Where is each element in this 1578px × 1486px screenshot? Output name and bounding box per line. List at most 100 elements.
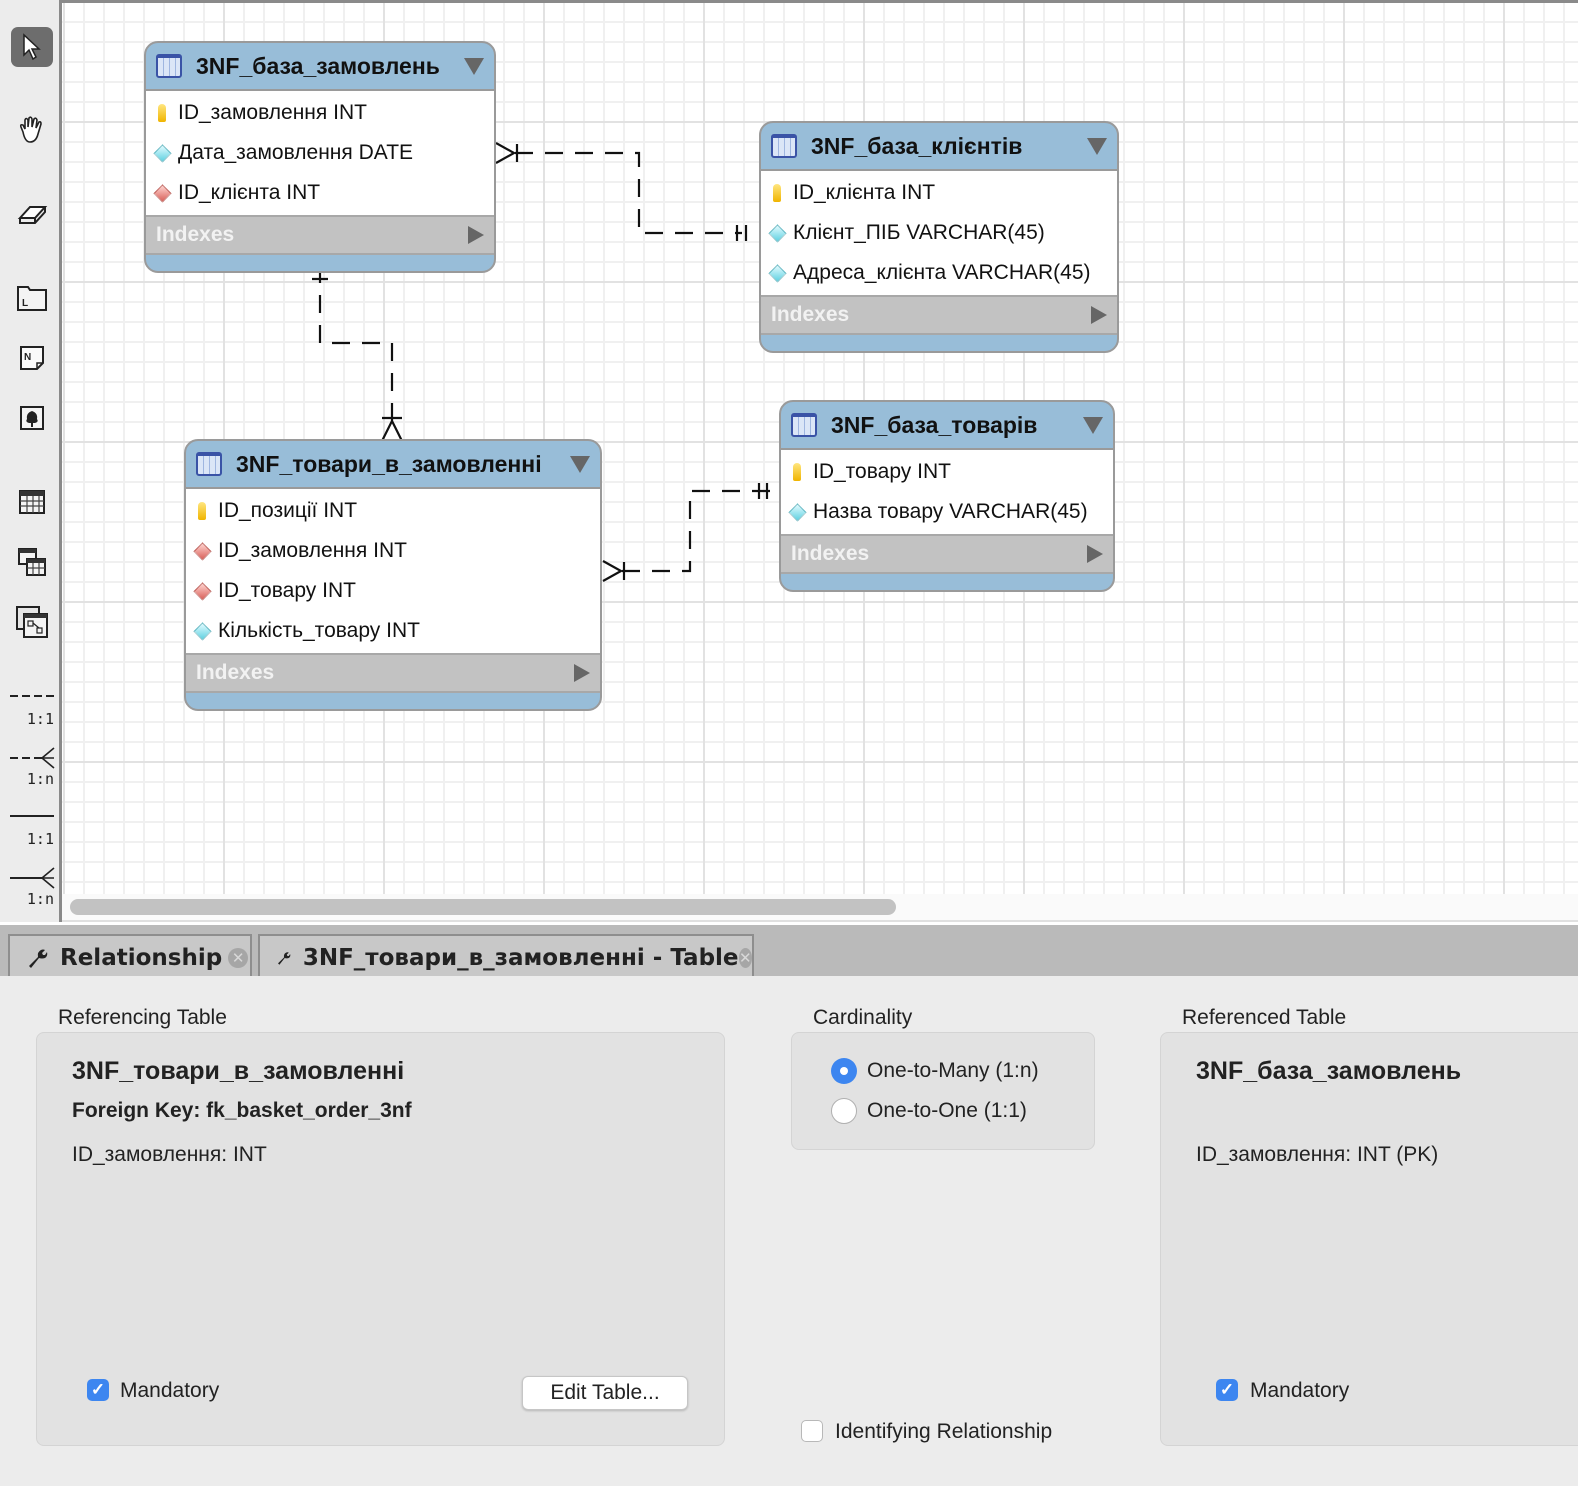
tab-table-editor[interactable]: 3NF_товари_в_замовленні - Table ✕ bbox=[258, 934, 754, 979]
er-column[interactable]: ID_клієнта INT bbox=[146, 173, 494, 213]
column-label: ID_замовлення INT bbox=[218, 539, 407, 562]
close-tab-icon[interactable]: ✕ bbox=[738, 947, 752, 968]
er-column[interactable]: ID_позиції INT bbox=[186, 491, 600, 531]
er-column[interactable]: ID_замовлення INT bbox=[146, 93, 494, 133]
rel-1-1-identifying-tool[interactable]: 1:1 bbox=[8, 804, 56, 848]
routine-group-icon bbox=[16, 606, 48, 638]
rel-1-n-non-identifying-tool[interactable]: 1:n bbox=[8, 744, 56, 788]
er-table-clients[interactable]: 3NF_база_клієнтів ID_клієнта INT Клієнт_… bbox=[759, 121, 1119, 353]
indexes-section[interactable]: Indexes bbox=[146, 215, 494, 255]
er-column[interactable]: Кількість_товару INT bbox=[186, 611, 600, 651]
one-to-many-radio[interactable] bbox=[831, 1058, 857, 1084]
table-tool[interactable] bbox=[11, 482, 53, 522]
indexes-section[interactable]: Indexes bbox=[761, 295, 1117, 335]
relationship-items-orders[interactable] bbox=[312, 265, 403, 442]
collapse-toggle-icon[interactable] bbox=[1083, 416, 1103, 434]
collapse-toggle-icon[interactable] bbox=[1087, 137, 1107, 155]
referenced-mandatory-checkbox[interactable]: ✓ bbox=[1216, 1379, 1238, 1401]
rel-tool-label: 1:1 bbox=[26, 830, 54, 848]
primary-key-icon bbox=[158, 104, 166, 122]
rel-tool-label: 1:n bbox=[26, 770, 54, 788]
solid-crowfoot-icon bbox=[10, 867, 55, 889]
dashed-crowfoot-icon bbox=[10, 747, 55, 769]
column-label: Кількість_товару INT bbox=[218, 619, 420, 642]
collapse-toggle-icon[interactable] bbox=[570, 455, 590, 473]
foreign-key-icon bbox=[192, 581, 212, 601]
horizontal-scrollbar[interactable] bbox=[62, 894, 1578, 922]
layer-tool[interactable]: L bbox=[11, 278, 53, 318]
expand-indexes-icon[interactable] bbox=[468, 226, 484, 244]
relationship-items-products[interactable] bbox=[602, 483, 780, 582]
er-column[interactable]: ID_товару INT bbox=[781, 452, 1113, 492]
eraser-tool[interactable] bbox=[11, 194, 53, 234]
referenced-column: ID_замовлення: INT (PK) bbox=[1196, 1143, 1439, 1166]
er-column[interactable]: Дата_замовлення DATE bbox=[146, 133, 494, 173]
referencing-table-label: Referencing Table bbox=[58, 1006, 227, 1029]
diagram-canvas[interactable]: 3NF_база_замовлень ID_замовлення INT Дат… bbox=[62, 0, 1578, 894]
routine-group-tool[interactable] bbox=[11, 602, 53, 642]
table-icon bbox=[19, 490, 45, 514]
table-icon bbox=[791, 413, 817, 437]
er-table-order-items[interactable]: 3NF_товари_в_замовленні ID_позиції INT I… bbox=[184, 439, 602, 711]
table-icon bbox=[771, 134, 797, 158]
indexes-label: Indexes bbox=[791, 542, 870, 565]
hand-tool[interactable] bbox=[11, 110, 53, 150]
scrollbar-thumb[interactable] bbox=[70, 899, 896, 915]
edit-table-button[interactable]: Edit Table... bbox=[522, 1376, 688, 1410]
er-table-header[interactable]: 3NF_база_клієнтів bbox=[761, 123, 1117, 171]
relationship-orders-clients[interactable] bbox=[495, 142, 748, 241]
indexes-label: Indexes bbox=[156, 223, 235, 246]
referencing-table-box: 3NF_товари_в_замовленні Foreign Key: fk_… bbox=[36, 1032, 725, 1446]
tab-label: 3NF_товари_в_замовленні - Table bbox=[302, 944, 739, 971]
one-to-one-radio[interactable] bbox=[831, 1098, 857, 1124]
expand-indexes-icon[interactable] bbox=[1091, 306, 1107, 324]
referencing-mandatory-checkbox[interactable]: ✓ bbox=[87, 1379, 109, 1401]
column-label: ID_клієнта INT bbox=[178, 181, 321, 204]
column-diamond-icon bbox=[767, 223, 787, 243]
image-tool[interactable] bbox=[11, 398, 53, 438]
column-label: Назва товару VARCHAR(45) bbox=[813, 500, 1088, 523]
eraser-icon bbox=[17, 206, 48, 224]
image-icon bbox=[20, 406, 44, 430]
er-table-orders[interactable]: 3NF_база_замовлень ID_замовлення INT Дат… bbox=[144, 41, 496, 273]
er-column[interactable]: ID_товару INT bbox=[186, 571, 600, 611]
rel-1-n-identifying-tool[interactable]: 1:n bbox=[8, 864, 56, 908]
relationship-editor: Referencing Table 3NF_товари_в_замовленн… bbox=[0, 976, 1578, 1486]
er-column[interactable]: Адреса_клієнта VARCHAR(45) bbox=[761, 253, 1117, 293]
tab-label: Relationship bbox=[60, 944, 223, 971]
er-table-title: 3NF_товари_в_замовленні bbox=[236, 450, 542, 477]
expand-indexes-icon[interactable] bbox=[574, 664, 590, 682]
referenced-table-name: 3NF_база_замовлень bbox=[1196, 1057, 1462, 1085]
er-column[interactable]: ID_клієнта INT bbox=[761, 173, 1117, 213]
crowfoot-many-icon bbox=[602, 560, 624, 582]
er-column[interactable]: Назва товару VARCHAR(45) bbox=[781, 492, 1113, 532]
collapse-toggle-icon[interactable] bbox=[464, 57, 484, 75]
wrench-icon bbox=[29, 949, 48, 968]
pointer-tool[interactable] bbox=[11, 27, 53, 67]
layer-icon: L bbox=[17, 286, 47, 311]
er-column[interactable]: ID_замовлення INT bbox=[186, 531, 600, 571]
column-diamond-icon bbox=[152, 143, 172, 163]
table-icon bbox=[196, 452, 222, 476]
indexes-section[interactable]: Indexes bbox=[781, 534, 1113, 574]
tab-relationship[interactable]: Relationship ✕ bbox=[8, 934, 252, 979]
er-column[interactable]: Клієнт_ПІБ VARCHAR(45) bbox=[761, 213, 1117, 253]
column-diamond-icon bbox=[787, 502, 807, 522]
view-tool[interactable] bbox=[11, 542, 53, 582]
editor-tab-bar: Relationship ✕ 3NF_товари_в_замовленні -… bbox=[0, 922, 1578, 979]
identifying-relationship-checkbox[interactable] bbox=[801, 1420, 823, 1442]
er-table-header[interactable]: 3NF_база_замовлень bbox=[146, 43, 494, 91]
rel-tool-label: 1:n bbox=[26, 890, 54, 908]
indexes-section[interactable]: Indexes bbox=[186, 653, 600, 693]
column-label: ID_замовлення INT bbox=[178, 101, 367, 124]
note-tool[interactable]: N bbox=[11, 338, 53, 378]
er-table-products[interactable]: 3NF_база_товарів ID_товару INT Назва тов… bbox=[779, 400, 1115, 592]
close-tab-icon[interactable]: ✕ bbox=[228, 947, 249, 968]
rel-1-1-non-identifying-tool[interactable]: 1:1 bbox=[8, 684, 56, 728]
er-table-header[interactable]: 3NF_база_товарів bbox=[781, 402, 1113, 450]
primary-key-icon bbox=[773, 184, 781, 202]
column-diamond-icon bbox=[767, 263, 787, 283]
expand-indexes-icon[interactable] bbox=[1087, 545, 1103, 563]
column-label: Клієнт_ПІБ VARCHAR(45) bbox=[793, 221, 1045, 244]
er-table-header[interactable]: 3NF_товари_в_замовленні bbox=[186, 441, 600, 489]
